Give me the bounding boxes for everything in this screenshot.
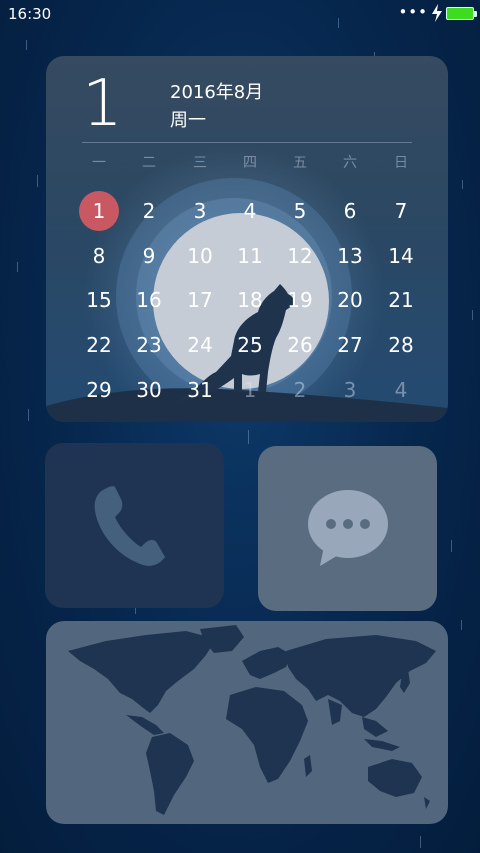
week-header: 日 [394,155,408,171]
week-header: 一 [92,155,106,171]
header-divider [82,142,412,143]
week-header-row: 一 二 三 四 五 六 日 [48,152,448,172]
day-cell[interactable]: 12 [280,236,320,276]
day-cell-today[interactable]: 1 [79,191,119,231]
day-cell[interactable]: 18 [230,280,270,320]
weekday-label: 周一 [170,110,206,131]
day-cell[interactable]: 14 [381,236,421,276]
day-cell-next-month[interactable]: 1 [230,370,270,410]
day-cell[interactable]: 16 [129,280,169,320]
message-bubble-icon [308,490,388,566]
day-cell[interactable]: 30 [129,370,169,410]
day-cell[interactable]: 10 [180,236,220,276]
day-cell-next-month[interactable]: 4 [381,370,421,410]
day-cell[interactable]: 9 [129,236,169,276]
day-cell[interactable]: 22 [79,325,119,365]
day-cell[interactable]: 6 [330,191,370,231]
status-bar: 16:30 ••• [0,0,480,28]
year-month-label: 2016年8月 [170,82,264,103]
week-header: 六 [343,155,357,171]
day-cell[interactable]: 17 [180,280,220,320]
day-cell[interactable]: 13 [330,236,370,276]
day-cell[interactable]: 15 [79,280,119,320]
day-cell[interactable]: 20 [330,280,370,320]
day-cell[interactable]: 25 [230,325,270,365]
day-cell-next-month[interactable]: 3 [330,370,370,410]
phone-icon [94,486,165,566]
day-cell[interactable]: 21 [381,280,421,320]
day-cell[interactable]: 24 [180,325,220,365]
day-cell[interactable]: 8 [79,236,119,276]
world-map-icon [68,625,436,815]
week-header: 二 [142,155,156,171]
phone-app-tile[interactable] [45,443,224,608]
day-cell[interactable]: 4 [230,191,270,231]
day-cell-next-month[interactable]: 2 [280,370,320,410]
day-cell[interactable]: 23 [129,325,169,365]
day-cell[interactable]: 7 [381,191,421,231]
day-cell[interactable]: 27 [330,325,370,365]
day-cell[interactable]: 28 [381,325,421,365]
more-dots-icon: ••• [398,3,428,21]
world-map-tile[interactable] [46,621,448,824]
messages-app-tile[interactable] [258,446,437,611]
week-header: 三 [193,155,207,171]
calendar-widget[interactable]: 1 2016年8月 周一 一 二 三 四 五 六 日 1 2 3 4 5 6 7… [46,56,448,422]
day-cell[interactable]: 2 [129,191,169,231]
bolt-icon [432,4,442,22]
day-cell[interactable]: 3 [180,191,220,231]
day-cell[interactable]: 5 [280,191,320,231]
battery-icon [446,7,477,20]
day-cell[interactable]: 11 [230,236,270,276]
day-cell[interactable]: 29 [79,370,119,410]
day-cell[interactable]: 26 [280,325,320,365]
week-header: 四 [243,155,257,171]
day-cell[interactable]: 31 [180,370,220,410]
current-day-number: 1 [82,67,123,141]
status-time: 16:30 [8,5,52,23]
day-cell[interactable]: 19 [280,280,320,320]
week-header: 五 [293,155,307,171]
